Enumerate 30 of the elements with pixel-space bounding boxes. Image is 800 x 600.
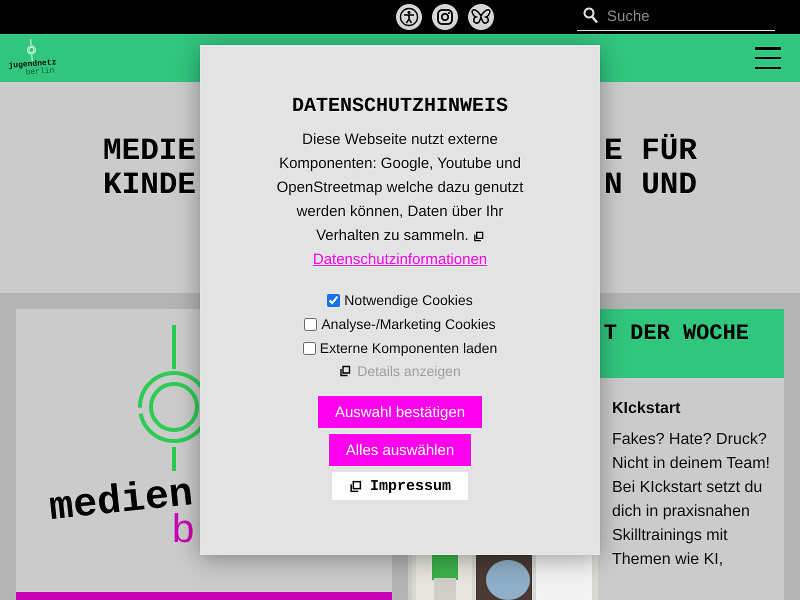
details-link[interactable]: Details anzeigen xyxy=(339,360,461,382)
primary-button[interactable]: Auswahl bestätigen xyxy=(318,396,482,428)
accessibility-icon[interactable] xyxy=(396,4,422,30)
item-title: KIckstart xyxy=(612,400,682,418)
hero-heading: E FÜR xyxy=(604,135,697,169)
card-title: T DER WOCHE xyxy=(604,321,749,348)
item-text: Fakes? Hate? Druck? Nicht in deinem Team! Bei KIckstart setzt du dich in praxisnahen Skilltrainings mit Themen wie KI, xyxy=(612,430,771,570)
butterfly-icon[interactable] xyxy=(468,4,494,30)
copy-icon xyxy=(348,480,362,492)
dialog-title: DATENSCHUTZHINWEIS xyxy=(292,95,508,118)
checkbox[interactable] xyxy=(327,294,340,306)
privacy-link[interactable]: Datenschutzinformationen xyxy=(312,248,488,272)
dialog-text: Diese Webseite nutzt externe Komponenten: Google, Youtube und OpenStreetmap welche dazu genutzt werden können, Daten über Ihr Verhalten zu sammeln. xyxy=(276,130,524,246)
primary-button[interactable]: Alles auswählen xyxy=(328,434,472,466)
search-icon xyxy=(583,7,599,25)
instagram-icon[interactable] xyxy=(432,4,458,30)
hero-heading: N UND xyxy=(604,169,697,203)
hero-heading: MEDIE xyxy=(103,135,196,169)
checkbox-label: Externe Komponenten laden xyxy=(320,339,498,358)
checkbox-label: Notwendige Cookies xyxy=(344,291,473,310)
checkbox[interactable] xyxy=(302,342,316,354)
logo-text: berlin xyxy=(25,67,55,78)
menu-icon[interactable] xyxy=(755,47,781,69)
copy-icon xyxy=(472,230,484,242)
copy-icon xyxy=(339,365,352,377)
imprint-button[interactable]: Impressum xyxy=(332,472,468,500)
checkbox[interactable] xyxy=(304,318,318,330)
checkbox-label: Analyse-/Marketing Cookies xyxy=(321,315,496,334)
hero-heading: KINDE xyxy=(103,169,196,203)
logo-icon xyxy=(26,38,38,62)
